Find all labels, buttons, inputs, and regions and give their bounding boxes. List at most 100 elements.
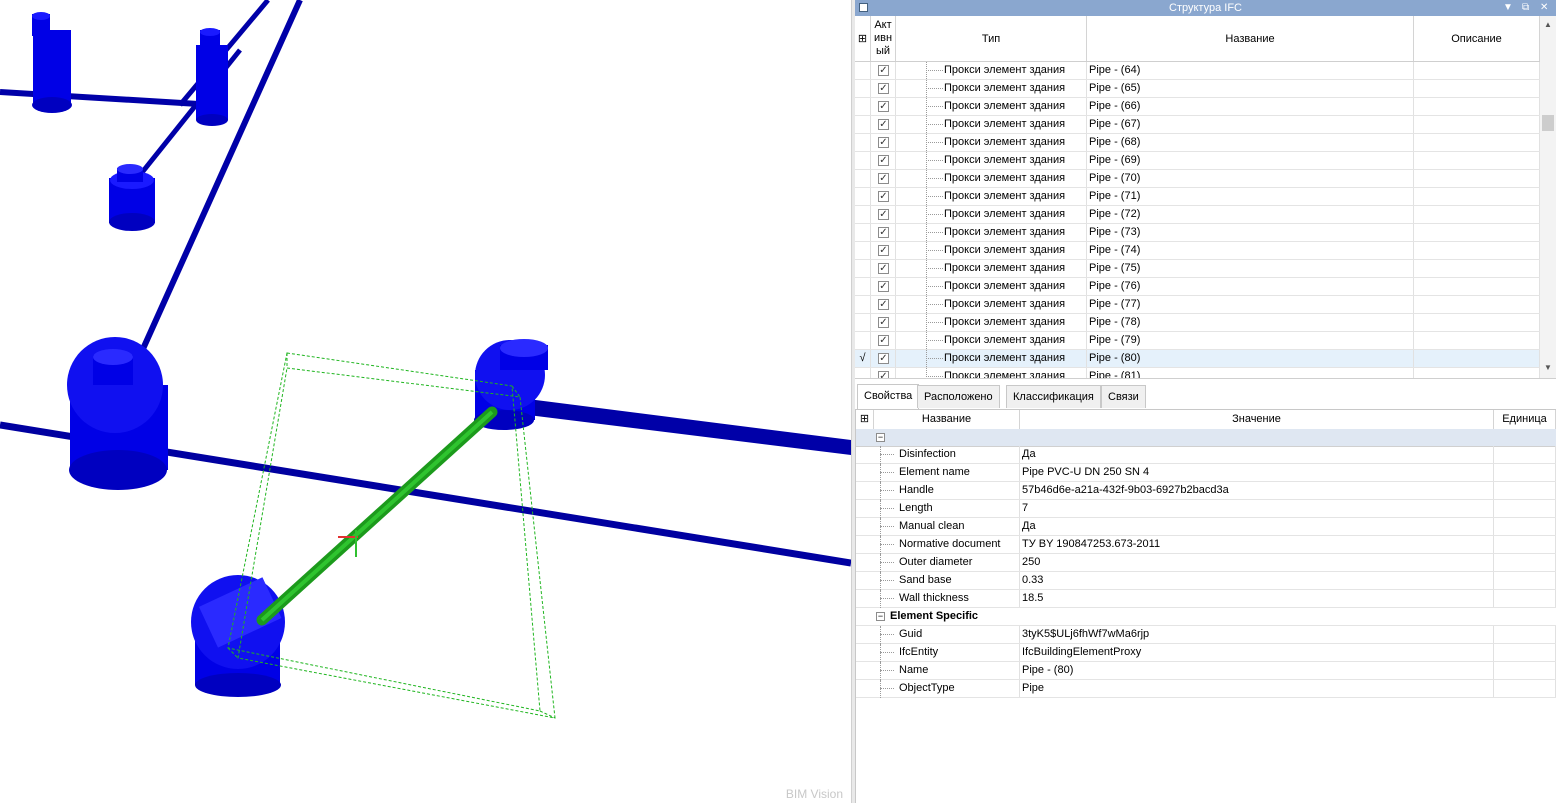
active-checkbox[interactable]: ✓ [878, 317, 889, 328]
property-group-header[interactable]: − [856, 429, 1556, 447]
tree-row[interactable]: ✓ Прокси элемент здания Pipe - (81) [855, 368, 1540, 378]
property-row[interactable]: ObjectType Pipe [856, 680, 1556, 698]
panel-title-bar: Структура IFC ▼ ⧉ ✕ [855, 0, 1556, 16]
tree-row[interactable]: ✓ Прокси элемент здания Pipe - (76) [855, 278, 1540, 296]
column-prop-name[interactable]: Название [874, 410, 1020, 429]
scroll-thumb[interactable] [1542, 115, 1554, 131]
property-row[interactable]: Handle 57b46d6e-a21a-432f-9b03-6927b2bacd… [856, 482, 1556, 500]
property-row[interactable]: Wall thickness 18.5 [856, 590, 1556, 608]
property-row[interactable]: Manual clean Да [856, 518, 1556, 536]
row-name: Pipe - (79) [1087, 332, 1414, 349]
row-marker [855, 332, 871, 349]
tree-row[interactable]: ✓ Прокси элемент здания Pipe - (68) [855, 134, 1540, 152]
column-prop-unit[interactable]: Единица [1494, 410, 1556, 429]
active-checkbox[interactable]: ✓ [878, 119, 889, 130]
column-name[interactable]: Название [1087, 16, 1414, 61]
pipe-line [520, 398, 851, 455]
property-unit [1494, 680, 1556, 697]
property-value: Да [1020, 518, 1494, 535]
tree-row[interactable]: ✓ Прокси элемент здания Pipe - (77) [855, 296, 1540, 314]
active-checkbox[interactable]: ✓ [878, 245, 889, 256]
3d-viewport[interactable]: BIM Vision [0, 0, 851, 803]
tree-row[interactable]: ✓ Прокси элемент здания Pipe - (66) [855, 98, 1540, 116]
row-name: Pipe - (67) [1087, 116, 1414, 133]
property-row[interactable]: Name Pipe - (80) [856, 662, 1556, 680]
row-marker [855, 206, 871, 223]
tree-row[interactable]: ✓ Прокси элемент здания Pipe - (78) [855, 314, 1540, 332]
active-checkbox[interactable]: ✓ [878, 263, 889, 274]
active-checkbox[interactable]: ✓ [878, 173, 889, 184]
tree-row[interactable]: ✓ Прокси элемент здания Pipe - (79) [855, 332, 1540, 350]
tree-row[interactable]: ✓ Прокси элемент здания Pipe - (67) [855, 116, 1540, 134]
property-unit [1494, 536, 1556, 553]
scroll-down-icon[interactable]: ▼ [1544, 363, 1552, 372]
tab-properties[interactable]: Свойства [857, 384, 920, 409]
close-icon[interactable]: ✕ [1540, 0, 1548, 16]
property-row[interactable]: Disinfection Да [856, 446, 1556, 464]
property-group-header[interactable]: − Element Specific [856, 608, 1556, 626]
tab-classification[interactable]: Классификация [1006, 385, 1101, 408]
tab-location[interactable]: Расположено [917, 385, 1000, 408]
tree-row[interactable]: ✓ Прокси элемент здания Pipe - (71) [855, 188, 1540, 206]
active-checkbox[interactable]: ✓ [878, 137, 889, 148]
active-checkbox[interactable]: ✓ [878, 83, 889, 94]
pin-icon[interactable] [859, 3, 868, 12]
active-checkbox[interactable]: ✓ [878, 371, 889, 378]
property-row[interactable]: IfcEntity IfcBuildingElementProxy [856, 644, 1556, 662]
tree-row[interactable]: ✓ Прокси элемент здания Pipe - (65) [855, 80, 1540, 98]
row-type: Прокси элемент здания [896, 332, 1087, 349]
active-checkbox[interactable]: ✓ [878, 155, 889, 166]
active-checkbox[interactable]: ✓ [878, 281, 889, 292]
active-checkbox[interactable]: ✓ [878, 191, 889, 202]
property-value: Да [1020, 446, 1494, 463]
property-unit [1494, 590, 1556, 607]
row-marker [855, 116, 871, 133]
tree-row[interactable]: ✓ Прокси элемент здания Pipe - (74) [855, 242, 1540, 260]
row-marker [855, 242, 871, 259]
column-description[interactable]: Описание [1414, 16, 1540, 61]
tree-row[interactable]: ✓ Прокси элемент здания Pipe - (69) [855, 152, 1540, 170]
row-name: Pipe - (64) [1087, 62, 1414, 79]
property-unit [1494, 626, 1556, 643]
column-chooser-icon[interactable]: ⊞ [856, 410, 874, 429]
dropdown-icon[interactable]: ▼ [1503, 0, 1513, 16]
active-checkbox[interactable]: ✓ [878, 209, 889, 220]
property-unit [1494, 482, 1556, 499]
collapse-icon[interactable]: − [876, 612, 885, 621]
ifc-tree[interactable]: ⊞ Акт ивн ый Тип Название Описание ✓ Прок… [855, 16, 1556, 379]
row-marker: √ [855, 350, 871, 367]
tab-relations[interactable]: Связи [1101, 385, 1146, 408]
property-row[interactable]: Element name Pipe PVC-U DN 250 SN 4 [856, 464, 1556, 482]
property-row[interactable]: Normative document ТУ BY 190847253.673-20… [856, 536, 1556, 554]
active-checkbox[interactable]: ✓ [878, 299, 889, 310]
property-row[interactable]: Guid 3tyK5$ULj6fhWf7wMa6rjp [856, 626, 1556, 644]
row-name: Pipe - (73) [1087, 224, 1414, 241]
column-prop-value[interactable]: Значение [1020, 410, 1494, 429]
active-checkbox[interactable]: ✓ [878, 101, 889, 112]
tree-row[interactable]: ✓ Прокси элемент здания Pipe - (70) [855, 170, 1540, 188]
row-type: Прокси элемент здания [896, 260, 1087, 277]
tree-rows: ✓ Прокси элемент здания Pipe - (64) ✓ Прокси… [855, 62, 1540, 378]
tree-row[interactable]: ✓ Прокси элемент здания Pipe - (75) [855, 260, 1540, 278]
collapse-icon[interactable]: − [876, 433, 885, 442]
tree-row[interactable]: ✓ Прокси элемент здания Pipe - (72) [855, 206, 1540, 224]
active-checkbox[interactable]: ✓ [878, 335, 889, 346]
properties-grid[interactable]: ⊞ Название Значение Единица − Disinfecti… [855, 410, 1556, 803]
column-type[interactable]: Тип [896, 16, 1087, 61]
active-checkbox[interactable]: ✓ [878, 65, 889, 76]
property-row[interactable]: Sand base 0.33 [856, 572, 1556, 590]
property-value: 3tyK5$ULj6fhWf7wMa6rjp [1020, 626, 1494, 643]
column-chooser-icon[interactable]: ⊞ [855, 16, 871, 61]
scroll-up-icon[interactable]: ▲ [1544, 20, 1552, 29]
column-active[interactable]: Акт ивн ый [871, 16, 896, 61]
active-checkbox[interactable]: ✓ [878, 227, 889, 238]
property-row[interactable]: Length 7 [856, 500, 1556, 518]
tree-row[interactable]: ✓ Прокси элемент здания Pipe - (73) [855, 224, 1540, 242]
tree-row[interactable]: √ ✓ Прокси элемент здания Pipe - (80) [855, 350, 1540, 368]
tree-row[interactable]: ✓ Прокси элемент здания Pipe - (64) [855, 62, 1540, 80]
property-name: Normative document [874, 536, 1020, 553]
active-checkbox[interactable]: ✓ [878, 353, 889, 364]
property-row[interactable]: Outer diameter 250 [856, 554, 1556, 572]
tree-scrollbar[interactable]: ▲ ▼ [1540, 16, 1556, 378]
float-icon[interactable]: ⧉ [1522, 0, 1529, 16]
